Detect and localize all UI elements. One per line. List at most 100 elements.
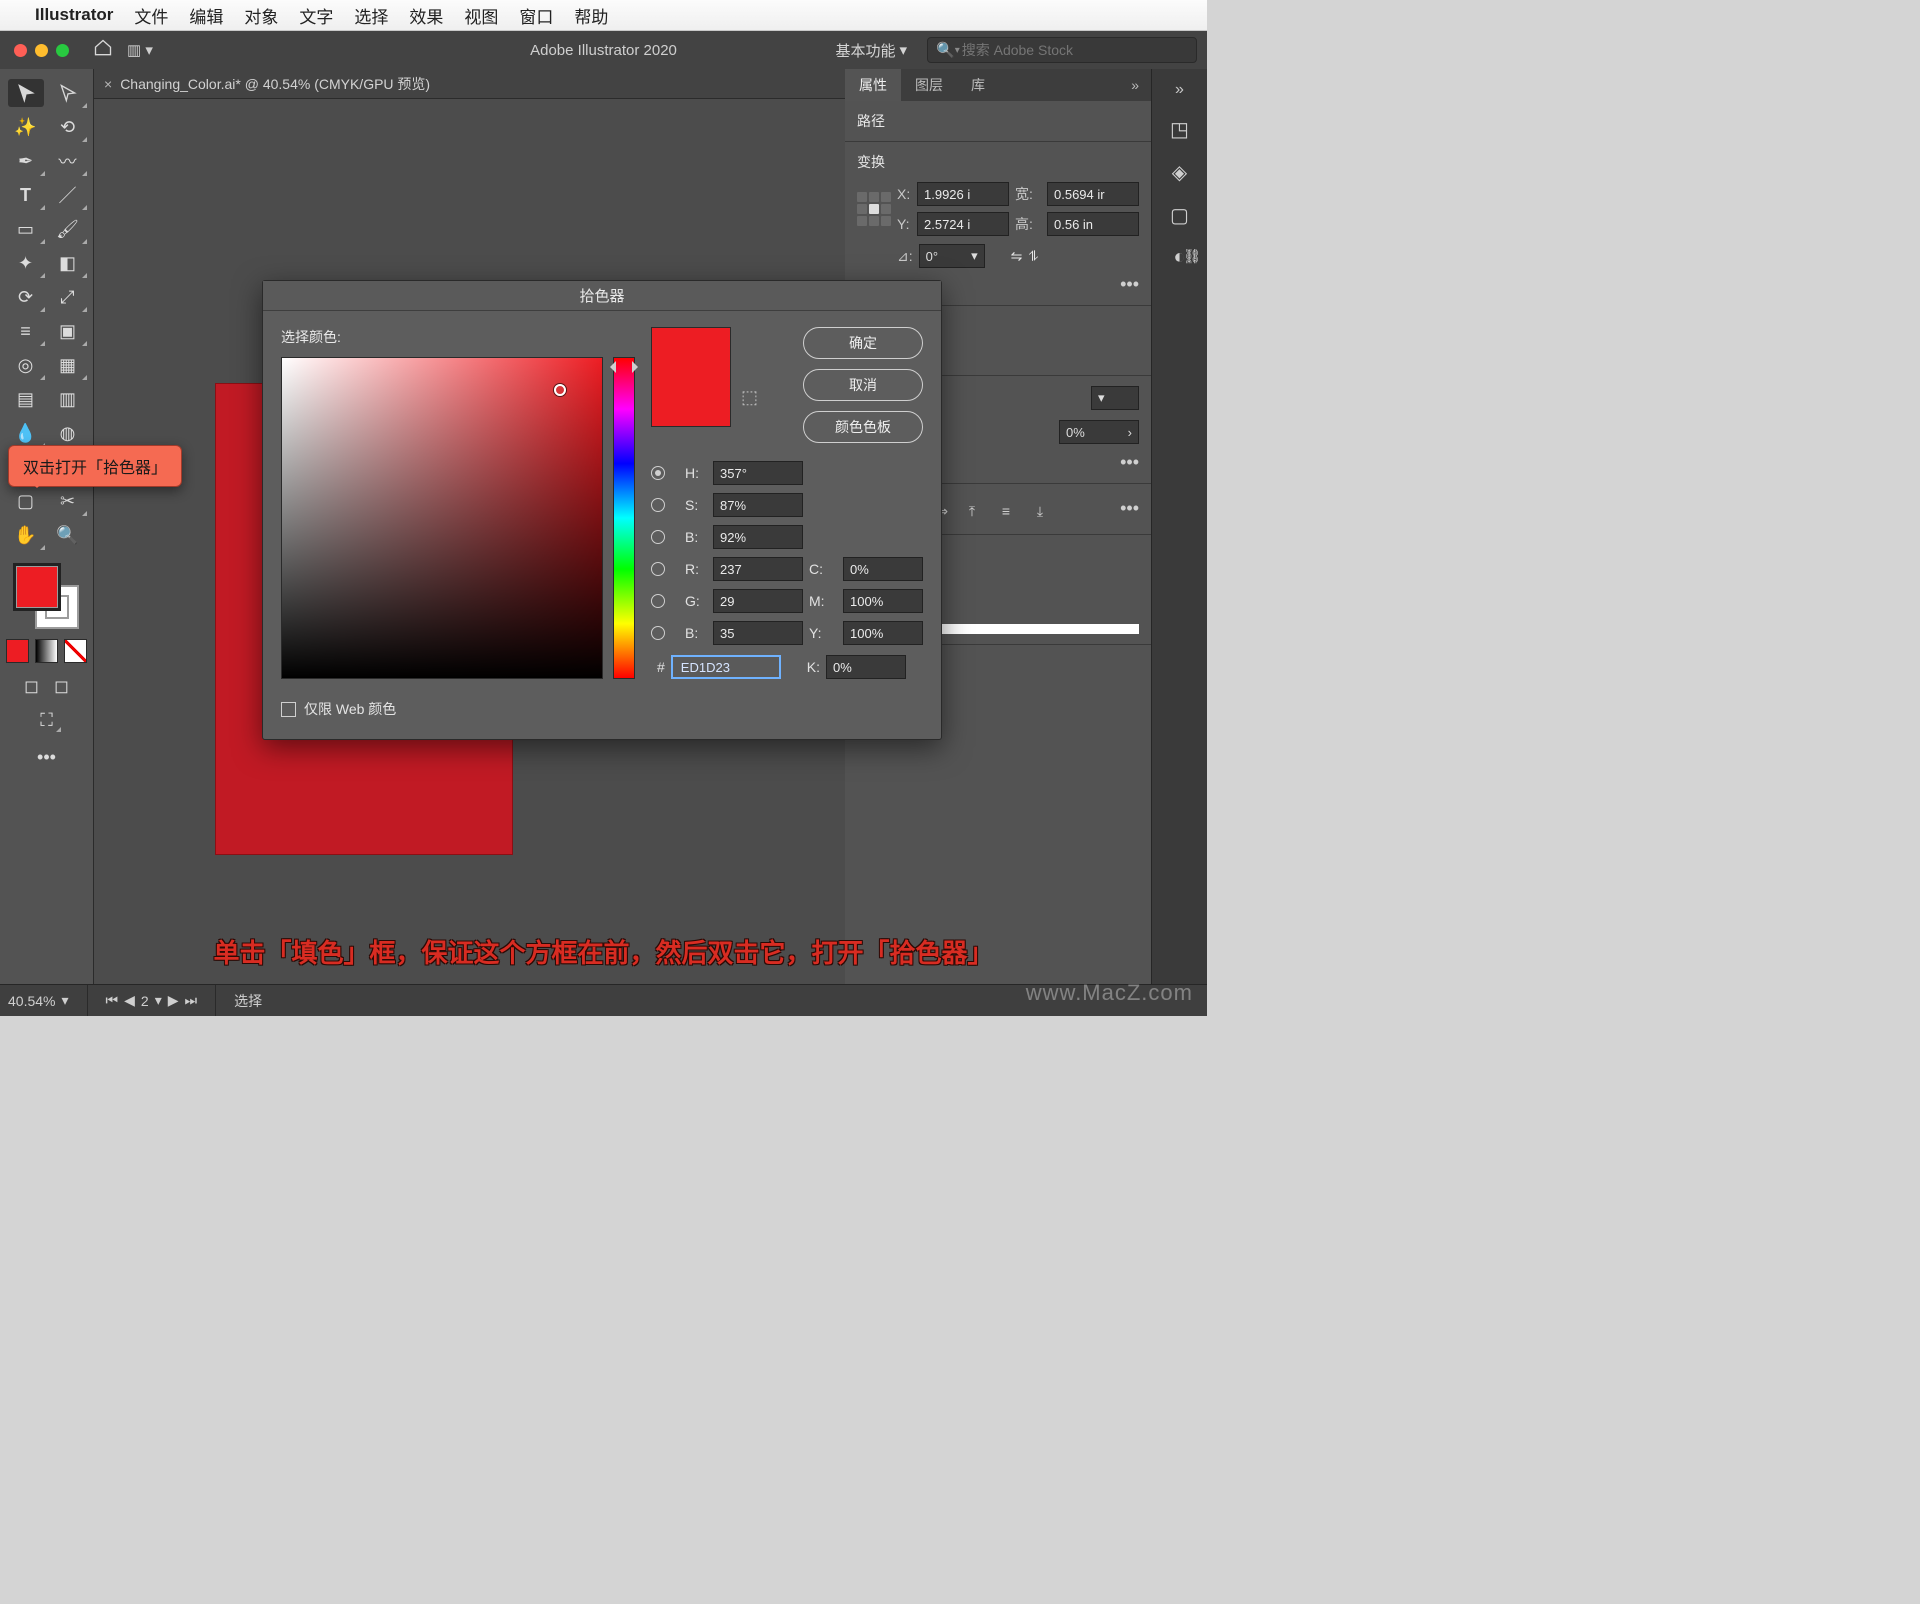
zoom-tool[interactable]: 🔍 xyxy=(50,521,86,549)
tab-libraries[interactable]: 库 xyxy=(957,69,999,101)
arrange-docs-icon[interactable]: ▥ ▾ xyxy=(127,41,153,59)
menu-object[interactable]: 对象 xyxy=(244,3,278,28)
mesh-tool[interactable]: ▤ xyxy=(8,385,44,413)
prev-artboard-icon[interactable]: ⏮ xyxy=(106,992,119,1009)
pen-tool[interactable]: ✒ xyxy=(8,147,44,175)
color-field-cursor[interactable] xyxy=(554,384,566,396)
k-input[interactable] xyxy=(826,655,906,679)
angle-input[interactable]: 0°▾ xyxy=(919,244,985,268)
none-mode-icon[interactable] xyxy=(64,639,87,663)
red-radio[interactable] xyxy=(651,562,665,576)
m-input[interactable] xyxy=(843,589,923,613)
y2-input[interactable] xyxy=(843,621,923,645)
dock-toggle-icon[interactable]: » xyxy=(1165,81,1195,99)
menu-effect[interactable]: 效果 xyxy=(409,3,443,28)
slice-tool[interactable]: ✂ xyxy=(50,487,86,515)
opacity-input[interactable]: 0%› xyxy=(1059,420,1139,444)
x-input[interactable] xyxy=(917,182,1009,206)
window-zoom-button[interactable] xyxy=(56,44,69,57)
menu-app-name[interactable]: Illustrator xyxy=(35,5,113,25)
blend-tool[interactable]: ◍ xyxy=(50,419,86,447)
constrain-proportions-icon[interactable]: ⛓ xyxy=(1183,248,1201,265)
align-vcenter-icon[interactable]: ≡ xyxy=(993,498,1019,524)
menu-type[interactable]: 文字 xyxy=(299,3,333,28)
fill-color-swatch[interactable] xyxy=(15,565,59,609)
next-page-icon[interactable]: ▶ xyxy=(168,992,179,1009)
w-input[interactable] xyxy=(1047,182,1139,206)
r-input[interactable] xyxy=(713,557,803,581)
green-radio[interactable] xyxy=(651,594,665,608)
close-tab-icon[interactable]: × xyxy=(104,76,112,92)
drawing-mode-behind-icon[interactable]: ◻ xyxy=(49,675,75,697)
rotate-tool[interactable]: ⟳ xyxy=(8,283,44,311)
tab-properties[interactable]: 属性 xyxy=(845,69,901,101)
c-input[interactable] xyxy=(843,557,923,581)
menu-help[interactable]: 帮助 xyxy=(574,3,608,28)
sat-radio[interactable] xyxy=(651,498,665,512)
color-mode-icon[interactable] xyxy=(6,639,29,663)
reference-point-widget[interactable] xyxy=(857,192,891,226)
flip-horizontal-icon[interactable]: ⇋ xyxy=(1011,248,1023,265)
transform-more-icon[interactable]: ••• xyxy=(1120,274,1139,295)
layers-dock-icon[interactable]: ◈ xyxy=(1172,160,1187,185)
stock-search-input[interactable] xyxy=(960,41,1188,59)
artboards-dock-icon[interactable]: ▢ xyxy=(1170,203,1189,228)
curvature-tool[interactable]: 〰 xyxy=(50,147,86,175)
gradient-mode-icon[interactable] xyxy=(35,639,58,663)
magic-wand-tool[interactable]: ✨ xyxy=(8,113,44,141)
align-bottom-icon[interactable]: ⤓ xyxy=(1027,498,1053,524)
direct-selection-tool[interactable] xyxy=(50,79,86,107)
scale-tool[interactable]: ⤢ xyxy=(50,283,86,311)
panel-collapse-icon[interactable]: » xyxy=(1119,69,1151,101)
screen-mode-icon[interactable]: ⛶ xyxy=(34,709,60,731)
menu-select[interactable]: 选择 xyxy=(354,3,388,28)
bluech-radio[interactable] xyxy=(651,626,665,640)
line-tool[interactable]: ／ xyxy=(50,181,86,209)
appearance-more-icon[interactable]: ••• xyxy=(1120,452,1139,473)
workspace-switcher[interactable]: 基本功能 ▾ xyxy=(825,36,917,65)
eyedropper-tool[interactable]: 💧 xyxy=(8,419,44,447)
h-input[interactable] xyxy=(713,461,803,485)
bright-radio[interactable] xyxy=(651,530,665,544)
ok-button[interactable]: 确定 xyxy=(803,327,923,359)
bch-input[interactable] xyxy=(713,621,803,645)
type-tool[interactable]: T xyxy=(8,181,44,209)
edit-toolbar-button[interactable]: ••• xyxy=(29,743,65,771)
gradient-tool[interactable]: ▥ xyxy=(50,385,86,413)
artboard-number[interactable]: 2 xyxy=(141,993,149,1009)
b-input[interactable] xyxy=(713,525,803,549)
out-of-gamut-icon[interactable]: ⬚ xyxy=(741,387,758,408)
h-input[interactable] xyxy=(1047,212,1139,236)
s-input[interactable] xyxy=(713,493,803,517)
document-tab[interactable]: Changing_Color.ai* @ 40.54% (CMYK/GPU 预览… xyxy=(120,74,430,94)
flip-vertical-icon[interactable]: ⥮ xyxy=(1028,248,1038,265)
cc-libraries-icon[interactable]: ◳ xyxy=(1170,117,1189,142)
appearance-select[interactable]: ▾ xyxy=(1091,386,1139,410)
hue-slider[interactable] xyxy=(613,357,635,679)
fill-stroke-swatch[interactable] xyxy=(15,565,79,629)
zoom-level[interactable]: 40.54% xyxy=(8,993,55,1009)
window-close-button[interactable] xyxy=(14,44,27,57)
color-swatches-button[interactable]: 颜色色板 xyxy=(803,411,923,443)
width-tool[interactable]: ≡ xyxy=(8,317,44,345)
prev-page-icon[interactable]: ◀ xyxy=(124,992,135,1009)
menu-edit[interactable]: 编辑 xyxy=(189,3,223,28)
saturation-brightness-field[interactable] xyxy=(281,357,603,679)
shape-builder-tool[interactable]: ◎ xyxy=(8,351,44,379)
paintbrush-tool[interactable]: 🖌 xyxy=(50,215,86,243)
hex-input[interactable] xyxy=(671,655,781,679)
menu-file[interactable]: 文件 xyxy=(134,3,168,28)
perspective-grid-tool[interactable]: ▦ xyxy=(50,351,86,379)
next-artboard-icon[interactable]: ⏭ xyxy=(185,992,198,1009)
g-input[interactable] xyxy=(713,589,803,613)
current-color-swatch[interactable] xyxy=(652,396,730,426)
lasso-tool[interactable]: ⟲ xyxy=(50,113,86,141)
eraser-tool[interactable]: ◧ xyxy=(50,249,86,277)
web-colors-checkbox[interactable] xyxy=(281,702,296,717)
y-input[interactable] xyxy=(917,212,1009,236)
align-top-icon[interactable]: ⤒ xyxy=(959,498,985,524)
shaper-tool[interactable]: ✦ xyxy=(8,249,44,277)
align-more-icon[interactable]: ••• xyxy=(1120,498,1139,524)
menu-view[interactable]: 视图 xyxy=(464,3,498,28)
adobe-stock-search[interactable]: 🔍 ▾ xyxy=(927,37,1197,63)
